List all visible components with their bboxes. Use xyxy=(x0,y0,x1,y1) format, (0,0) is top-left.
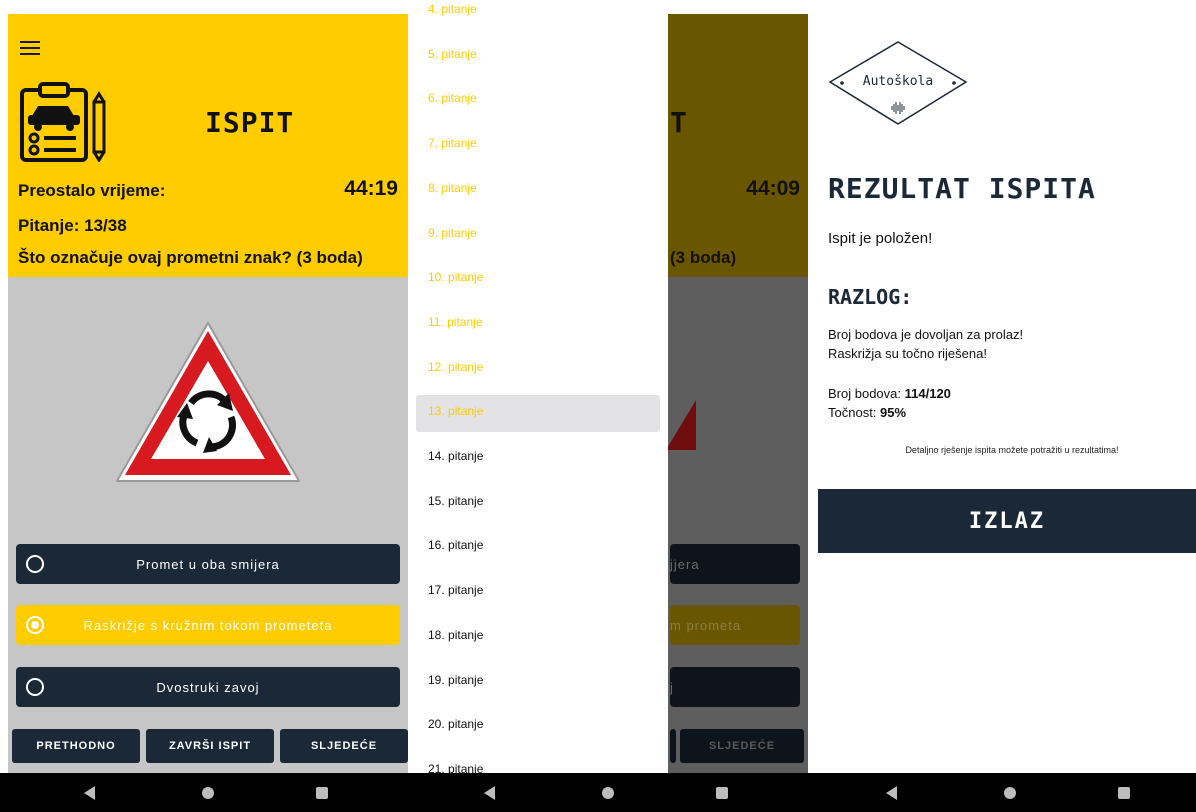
drawer-question-item[interactable]: 8. pitanje xyxy=(428,181,477,195)
drawer-question-item[interactable]: 18. pitanje xyxy=(428,628,483,642)
accuracy-label: Točnost: xyxy=(828,405,877,420)
page-title: ISPIT xyxy=(205,106,295,139)
drawer-question-item[interactable]: 17. pitanje xyxy=(428,583,483,597)
reason-line-2: Raskrižja su točno riješena! xyxy=(828,346,987,361)
drawer-question-item[interactable]: 20. pitanje xyxy=(428,717,483,731)
answer-fragment-3: j xyxy=(670,667,800,707)
recents-icon[interactable] xyxy=(716,787,728,799)
drawer-question-item[interactable]: 4. pitanje xyxy=(428,2,477,16)
drawer-question-item[interactable]: 7. pitanje xyxy=(428,136,477,150)
answer-label: Promet u oba smijera xyxy=(136,556,280,572)
drawer-question-item[interactable]: 5. pitanje xyxy=(428,47,477,61)
accuracy-row: Točnost: 95% xyxy=(828,405,906,420)
roundabout-sign-icon xyxy=(116,322,300,482)
recents-icon[interactable] xyxy=(1118,787,1130,799)
drawer-question-item[interactable]: 14. pitanje xyxy=(428,449,483,463)
home-icon[interactable] xyxy=(602,787,614,799)
timer: 44:19 xyxy=(344,177,398,200)
home-icon[interactable] xyxy=(1004,787,1016,799)
answer-label: Raskrižje s kružnim tokom prometeta xyxy=(83,617,333,633)
question-body: Promet u oba smijera Raskrižje s kružnim… xyxy=(8,277,408,773)
drawer-question-item[interactable]: 16. pitanje xyxy=(428,538,483,552)
next-button[interactable]: SLJEDEĆE xyxy=(280,729,408,763)
answer-option-3[interactable]: Dvostruki zavoj xyxy=(16,667,400,707)
time-label: Preostalo vrijeme: xyxy=(18,181,166,200)
exit-button[interactable]: IZLAZ xyxy=(818,489,1196,553)
drawer-question-item[interactable]: 9. pitanje xyxy=(428,226,477,240)
finish-button-fragment xyxy=(670,729,676,763)
home-icon[interactable] xyxy=(202,787,214,799)
result-note: Detaljno rješenje ispita možete potražit… xyxy=(905,445,1119,455)
result-screen: Autoškola REZULTAT ISPITA Ispit je polož… xyxy=(808,0,1196,812)
clipboard-car-icon xyxy=(20,82,106,162)
drawer-question-item[interactable]: 10. pitanje xyxy=(428,270,483,284)
question-text-fragment: (3 boda) xyxy=(670,248,737,267)
back-icon[interactable] xyxy=(886,786,897,800)
status-bar xyxy=(0,0,408,14)
sign-fragment xyxy=(666,400,696,450)
drawer-question-item[interactable]: 19. pitanje xyxy=(428,673,483,687)
system-nav-bar xyxy=(0,773,408,812)
question-progress: Pitanje: 13/38 xyxy=(18,216,127,235)
finish-exam-button[interactable]: ZAVRŠI ISPIT xyxy=(146,729,274,763)
result-title: REZULTAT ISPITA xyxy=(828,172,1096,205)
answer-option-1[interactable]: Promet u oba smijera xyxy=(16,544,400,584)
back-icon[interactable] xyxy=(484,786,495,800)
points-label: Broj bodova: xyxy=(828,386,901,401)
radio-button-selected[interactable] xyxy=(26,616,44,634)
next-button: SLJEDEĆE xyxy=(680,729,804,763)
reason-title: RAZLOG: xyxy=(828,285,913,309)
exam-screen: ISPIT Preostalo vrijeme: 44:19 Pitanje: … xyxy=(0,0,408,812)
drawer-question-item[interactable]: 11. pitanje xyxy=(428,315,483,329)
previous-button[interactable]: PRETHODNO xyxy=(12,729,140,763)
points-value: 114/120 xyxy=(904,386,951,401)
radio-button[interactable] xyxy=(26,555,44,573)
back-icon[interactable] xyxy=(84,786,95,800)
answer-option-2[interactable]: Raskrižje s kružnim tokom prometeta xyxy=(16,605,400,645)
drawer-question-item[interactable]: 13. pitanje xyxy=(428,404,483,418)
answer-label: Dvostruki zavoj xyxy=(156,679,260,695)
answer-fragment-2: m prometa xyxy=(670,605,800,645)
question-drawer: 4. pitanje 5. pitanje 6. pitanje 7. pitanje… xyxy=(408,0,668,773)
drawer-question-item[interactable]: 12. pitanje xyxy=(428,360,483,374)
answer-fragment-1: jjera xyxy=(670,544,800,584)
exam-header: ISPIT Preostalo vrijeme: 44:19 Pitanje: … xyxy=(8,14,408,277)
drawer-screen: T 44:09 (3 boda) jjera m prometa j SLJED… xyxy=(408,0,808,812)
reason-line-1: Broj bodova je dovoljan za prolaz! xyxy=(828,327,1024,342)
timer: 44:09 xyxy=(746,177,800,200)
system-nav-bar xyxy=(808,773,1196,812)
logo-text: Autoškola xyxy=(862,74,934,89)
points-row: Broj bodova: 114/120 xyxy=(828,386,951,401)
accuracy-value: 95% xyxy=(880,405,907,420)
recents-icon[interactable] xyxy=(316,787,328,799)
drawer-question-item[interactable]: 21. pitanje xyxy=(428,762,483,773)
drawer-question-item[interactable]: 6. pitanje xyxy=(428,91,477,105)
menu-icon[interactable] xyxy=(20,41,40,55)
radio-button[interactable] xyxy=(26,678,44,696)
result-status: Ispit je položen! xyxy=(828,230,933,247)
question-text: Što označuje ovaj prometni znak? (3 boda… xyxy=(18,248,363,267)
system-nav-bar xyxy=(408,773,808,812)
drawer-question-item[interactable]: 15. pitanje xyxy=(428,494,483,508)
page-title-fragment: T xyxy=(670,106,687,139)
